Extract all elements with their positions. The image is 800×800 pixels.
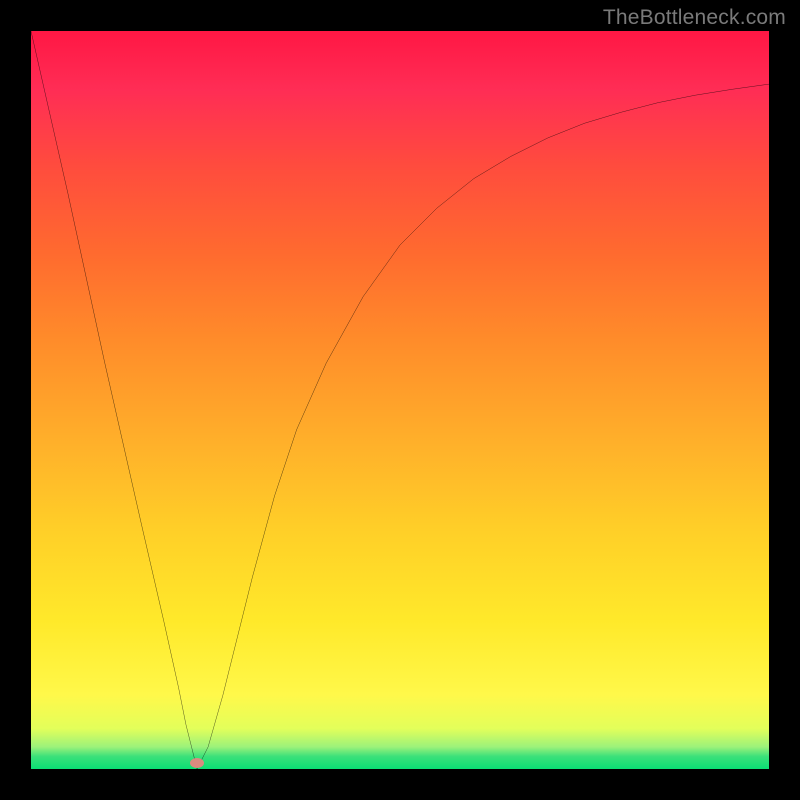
plot-area [31, 31, 769, 769]
bottleneck-curve [31, 31, 769, 769]
watermark-text: TheBottleneck.com [603, 6, 786, 30]
optimal-point-marker [190, 758, 204, 768]
curve-path [31, 31, 769, 769]
chart-frame: TheBottleneck.com [0, 0, 800, 800]
